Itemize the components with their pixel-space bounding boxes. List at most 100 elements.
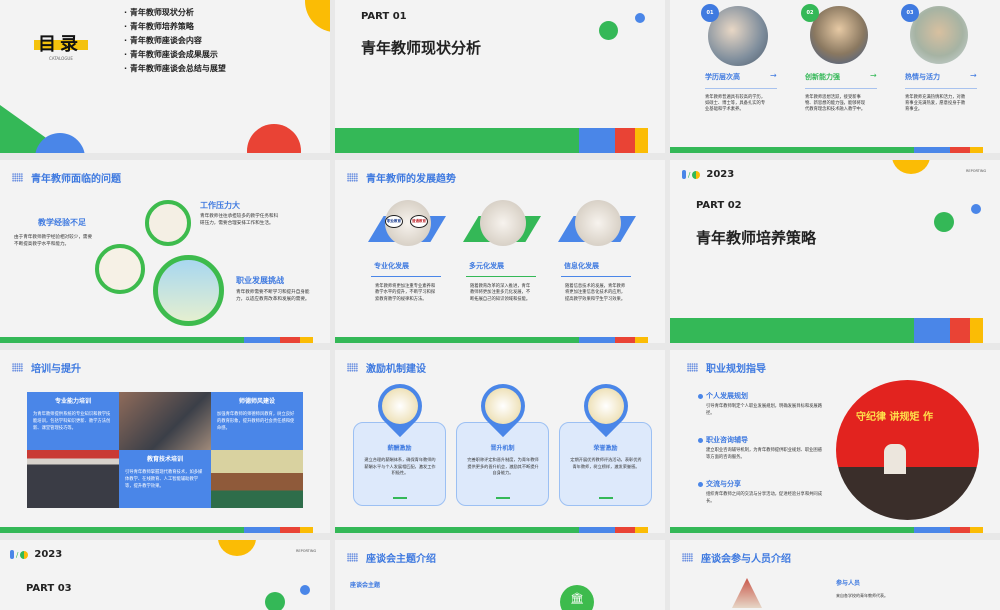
item-text: 由于青年教师教学经验相对较少，需要不断提高教学水平和能力。 <box>14 235 93 247</box>
slide-trends[interactable]: 青年教师的发展趋势 专业化发展 青年教师将更加注重专业素养和教学水平的提升，不断… <box>335 160 665 343</box>
section-text: 来自各学校的青年教师代表。 <box>836 593 888 598</box>
decor-circle-blue <box>300 585 310 595</box>
trend-title: 专业化发展 <box>374 262 409 270</box>
part-label: PART 02 <box>696 200 742 211</box>
accent-line <box>393 497 407 499</box>
status-title: 学历层次高 <box>705 73 740 81</box>
incentive-title: 晋升机制 <box>490 445 515 452</box>
decor-circle-green <box>599 21 618 40</box>
decor-circle-blue <box>971 204 981 214</box>
slide-title: 青年教师面临的问题 <box>31 174 121 185</box>
catalogue-subtitle: CATALOGUE <box>49 56 73 61</box>
slide-training[interactable]: 培训与提升 专业能力培训 为青年教师提供系统的专业知识和教学技能培训，包括学科知识… <box>0 350 330 533</box>
item-text: 青年教师往往承担较多的教学任务和科研压力，需要合理安排工作和生活。 <box>200 214 279 226</box>
color-bar <box>670 318 1000 343</box>
classroom-photo <box>27 450 119 508</box>
catalogue-item[interactable]: · 青年教师座谈会成果展示 <box>124 48 226 62</box>
slide-career[interactable]: 职业规划指导 个人发展规划 引导青年教师制定个人职业发展规划，明确发展目标和发展… <box>670 350 1000 533</box>
slide-catalogue[interactable]: 目录 CATALOGUE · 青年教师现状分析 · 青年教师培养策略 · 青年教… <box>0 0 330 153</box>
catalogue-item[interactable]: · 青年教师座谈会总结与展望 <box>124 62 226 76</box>
decor-circle-green <box>934 212 954 232</box>
slide-part01[interactable]: PART 01 青年教师现状分析 <box>335 0 665 153</box>
divider <box>466 276 536 277</box>
incentive-text: 定期开展优秀教师评选活动，表彰优秀青年教师，树立榜样，激发荣誉感。 <box>570 457 642 469</box>
divider <box>561 276 631 277</box>
career-text: 引导青年教师制定个人职业发展规划，明确发展目标和发展路径。 <box>706 404 823 416</box>
catalogue-item[interactable]: · 青年教师培养策略 <box>124 20 226 34</box>
item-title: 教学经验不足 <box>38 218 86 227</box>
cartoon-image <box>145 200 191 246</box>
decor-circle-blue <box>635 13 645 23</box>
catalogue-item[interactable]: · 青年教师座谈会内容 <box>124 34 226 48</box>
reporting-label: REPORTING <box>296 549 317 553</box>
trend-text: 随着信息技术的发展，青年教师将更加注重信息化技术的应用，提高教学效果和学生学习效… <box>565 284 626 302</box>
divider <box>371 276 441 277</box>
incentive-title: 薪酬激励 <box>387 445 412 452</box>
color-bar <box>0 527 330 533</box>
status-text: 青年教师充满热情和活力，对教育事业充满热爱，愿意投身于教育事业。 <box>905 95 966 112</box>
trend-image <box>480 200 526 246</box>
incentive-text: 建立合理的薪酬体系，确保青年教师的薪酬水平与个人发展相匹配，激发工作积极性。 <box>364 457 436 475</box>
decor-circle-red <box>247 124 301 153</box>
status-text: 青年教师普遍具有较高的学历，如硕士、博士等，具备扎实的专业基础和学术素养。 <box>705 95 766 112</box>
dots-icon <box>12 173 23 182</box>
slide-title: 座谈会参与人员介绍 <box>701 554 791 565</box>
training-card: 师德师风建设 加强青年教师的师德师风教育，树立良好的教育形象，提升教师的社会责任感… <box>211 392 303 450</box>
training-card: 教育技术培训 引导青年教师掌握现代教育技术，如多媒体教学、在线教育、人工智能辅助教… <box>119 450 211 508</box>
slide-part02[interactable]: / 2023 REPORTING PART 02 青年教师培养策略 <box>670 160 1000 343</box>
divider <box>705 88 777 89</box>
section-title: 参与人员 <box>836 580 861 587</box>
part-title: 青年教师现状分析 <box>361 39 482 57</box>
slide-title: 青年教师的发展趋势 <box>366 174 456 185</box>
arrow-right-icon[interactable]: → <box>770 71 777 80</box>
career-title: 职业咨询辅导 <box>706 436 748 444</box>
incentive-text: 完善职称评定和晋升制度，为青年教师提供更多的晋升机会，激励其不断提升自身能力。 <box>467 457 539 475</box>
banner-text: 守纪律 讲规矩 作 <box>856 412 933 423</box>
color-bar <box>335 527 665 533</box>
reporting-label: REPORTING <box>966 169 987 173</box>
cartoon-image <box>153 255 224 326</box>
divider <box>805 88 877 89</box>
logo: / 2023 <box>682 169 734 180</box>
decor-circle-yellow <box>892 160 930 174</box>
logo: / 2023 <box>10 549 62 560</box>
slide-title: 座谈会主题介绍 <box>366 554 436 565</box>
meeting-photo: 守纪律 讲规矩 作 <box>836 380 979 520</box>
accent-line <box>599 497 613 499</box>
section-title: 座谈会主题 <box>350 582 381 589</box>
dots-icon <box>347 553 358 562</box>
color-bar <box>335 337 665 343</box>
decor-circle-green <box>265 592 285 610</box>
incentive-image <box>485 388 521 424</box>
slide-status[interactable]: 01 学历层次高 → 青年教师普遍具有较高的学历，如硕士、博士等，具备扎实的专业… <box>670 0 1000 153</box>
sign-label: 普通教育 <box>410 215 428 228</box>
part-title: 青年教师培养策略 <box>696 229 817 247</box>
incentive-image <box>588 388 624 424</box>
people-image <box>732 578 762 608</box>
slide-title: 培训与提升 <box>31 364 81 375</box>
slide-problems[interactable]: 青年教师面临的问题 教学经验不足 由于青年教师教学经验相对较少，需要不断提高教学… <box>0 160 330 343</box>
color-bar <box>670 527 1000 533</box>
accent-line <box>496 497 510 499</box>
item-title: 工作压力大 <box>200 201 240 210</box>
decor-circle-yellow <box>305 0 330 32</box>
sign-label: 职业教育 <box>385 215 403 228</box>
slide-incentive[interactable]: 激励机制建设 薪酬激励 建立合理的薪酬体系，确保青年教师的薪酬水平与个人发展相匹… <box>335 350 665 533</box>
dots-icon <box>12 363 23 372</box>
catalogue-title: 目录 <box>38 34 82 55</box>
color-bar <box>0 337 330 343</box>
arrow-right-icon[interactable]: → <box>870 71 877 80</box>
catalogue-item[interactable]: · 青年教师现状分析 <box>124 6 226 20</box>
bank-icon: 🏛 <box>560 585 594 610</box>
dots-icon <box>687 363 698 372</box>
item-title: 职业发展挑战 <box>236 276 284 285</box>
trend-title: 多元化发展 <box>469 262 504 270</box>
status-title: 创新能力强 <box>805 73 840 81</box>
classroom-photo <box>211 450 303 508</box>
color-bar <box>335 128 665 153</box>
status-title: 热情与活力 <box>905 73 940 81</box>
classroom-photo <box>119 392 211 450</box>
slide-title: 职业规划指导 <box>706 364 766 375</box>
catalogue-list: · 青年教师现状分析 · 青年教师培养策略 · 青年教师座谈会内容 · 青年教师… <box>124 6 226 76</box>
arrow-right-icon[interactable]: → <box>970 71 977 80</box>
